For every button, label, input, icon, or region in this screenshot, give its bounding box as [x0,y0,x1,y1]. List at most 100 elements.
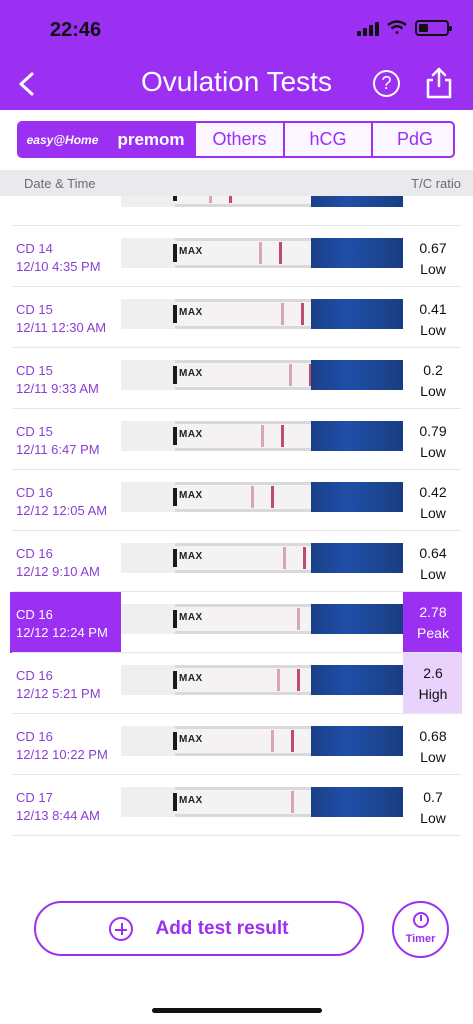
date-time: 12/12 12:24 PM [16,625,108,640]
ratio-level: Low [420,505,446,521]
date-time: 12/13 8:44 AM [16,808,100,823]
ratio-value: 2.6 [423,665,443,681]
cycle-day: CD 15 [16,302,53,317]
plus-circle-icon [109,916,134,941]
cycle-day: CD 16 [16,729,53,744]
tc-ratio: Low [404,196,462,198]
share-icon[interactable] [424,66,454,100]
date-time: 12/11 12:30 AM [16,320,107,335]
cycle-day: CD 16 [16,485,53,500]
cycle-day: CD 15 [16,424,53,439]
list-item[interactable]: CD 15 12/11 6:47 PM MAX 0.79 Low [0,409,473,470]
date-time: 12/12 9:10 AM [16,564,100,579]
ratio-value: 2.78 [419,604,447,620]
add-test-result-button[interactable]: Add test result [34,901,364,956]
cycle-day: CD 15 [16,363,53,378]
header: 22:46 Ovulation Tests ? [0,0,473,110]
test-strip-image[interactable]: MAX [121,482,403,512]
home-indicator [152,1008,322,1013]
help-icon[interactable]: ? [373,70,400,97]
ratio-value: 0.7 [423,789,443,805]
list-item[interactable]: CD 16 12/12 5:21 PM MAX 2.6 High [0,653,473,714]
ratio-level: High [418,686,448,702]
tc-ratio: 0.79 Low [404,421,462,463]
list-item[interactable]: CD 16 12/12 10:22 PM MAX 0.68 Low [0,714,473,775]
date-time: 12/11 6:47 PM [16,442,100,457]
tab-others[interactable]: Others [196,123,285,156]
tc-ratio: 2.6 High [404,663,462,705]
test-strip-image[interactable]: MAX [121,421,403,451]
strip-max-label: MAX [179,368,203,379]
strip-max-label: MAX [179,307,203,318]
ratio-level: Low [404,196,462,198]
list-item[interactable]: CD 15 12/11 12:30 AM MAX 0.41 Low [0,287,473,348]
test-strip-image[interactable]: MAX [121,360,403,390]
cycle-day: CD 16 [16,607,53,622]
test-strip-image[interactable]: MAX [121,238,403,268]
cycle-day: CD 17 [16,790,53,805]
ratio-value: 0.42 [419,484,447,500]
status-time: 22:46 [50,19,102,41]
ratio-level: Low [420,383,446,399]
strip-max-label: MAX [179,734,203,745]
test-strip-image[interactable]: MAX [121,665,403,695]
ratio-value: 0.68 [419,728,447,744]
timer-button[interactable]: Timer [392,901,449,958]
ratio-level: Peak [417,625,449,641]
app-root: 22:46 Ovulation Tests ? easy@Home premom… [0,0,473,1024]
test-strip-image[interactable]: MAX [121,787,403,817]
battery-icon [415,20,452,36]
test-strip-image[interactable]: MAX [121,543,403,573]
row-date: CD 15 12/11 12:30 AM [16,301,106,337]
tc-ratio: 0.42 Low [404,482,462,524]
row-date: CD 16 12/12 5:21 PM [16,667,101,703]
list-item[interactable]: CD 17 12/13 8:44 AM MAX 0.7 Low [0,775,473,836]
strip-max-label: MAX [179,612,203,623]
test-strip-image[interactable]: MAX [121,604,403,634]
cycle-day: CD 16 [16,668,53,683]
row-divider [12,835,461,836]
ratio-value: 0.64 [419,545,447,561]
tc-ratio: 0.67 Low [404,238,462,280]
tab-premom[interactable]: premom [108,123,196,156]
tc-ratio: 0.2 Low [404,360,462,402]
date-time: 12/12 12:05 AM [16,503,108,518]
ratio-value: 0.2 [423,362,443,378]
tc-ratio: 0.68 Low [404,726,462,768]
list-item[interactable]: CD 15 12/11 9:33 AM MAX 0.2 Low [0,348,473,409]
test-strip-image[interactable]: MAX [121,726,403,756]
list-item[interactable]: 12/10 10:01 AM MAXLow [0,196,473,226]
brand-tabs: easy@Home premom Others hCG PdG [17,121,455,158]
column-tc-ratio: T/C ratio [411,176,461,191]
clock-icon [413,912,429,928]
test-strip-image[interactable]: MAX [121,299,403,329]
strip-max-label: MAX [179,673,203,684]
test-strip-image[interactable]: MAX [121,196,403,207]
tab-hcg[interactable]: hCG [285,123,373,156]
ratio-level: Low [420,261,446,277]
row-date: 12/10 10:01 AM [16,196,107,197]
column-date-time: Date & Time [24,176,96,191]
ratio-level: Low [420,749,446,765]
strip-max-label: MAX [179,490,203,501]
list-item[interactable]: CD 14 12/10 4:35 PM MAX 0.67 Low [0,226,473,287]
list-item[interactable]: CD 16 12/12 12:05 AM MAX 0.42 Low [0,470,473,531]
row-date: CD 16 12/12 10:22 PM [16,728,108,764]
date-time: 12/11 9:33 AM [16,381,99,396]
row-date: CD 14 12/10 4:35 PM [16,240,101,276]
row-date: CD 15 12/11 6:47 PM [16,423,100,459]
tab-pdg[interactable]: PdG [373,123,453,156]
list-item[interactable]: CD 16 12/12 9:10 AM MAX 0.64 Low [0,531,473,592]
row-date: CD 17 12/13 8:44 AM [16,789,100,825]
column-header: Date & Time T/C ratio [0,170,473,196]
test-results-list[interactable]: 12/10 10:01 AMMAXLowCD 1412/10 4:35 PMMA… [0,196,473,860]
list-item[interactable]: CD 16 12/12 12:24 PM MAX 2.78 Peak [0,592,473,653]
row-date: CD 16 12/12 12:24 PM [16,606,108,642]
tc-ratio: 0.41 Low [404,299,462,341]
wifi-icon [387,20,407,35]
date-time: 12/12 5:21 PM [16,686,101,701]
tab-easy-home[interactable]: easy@Home [19,123,108,156]
page-title: Ovulation Tests [141,66,332,97]
strip-max-label: MAX [179,246,203,257]
timer-label: Timer [405,933,436,945]
